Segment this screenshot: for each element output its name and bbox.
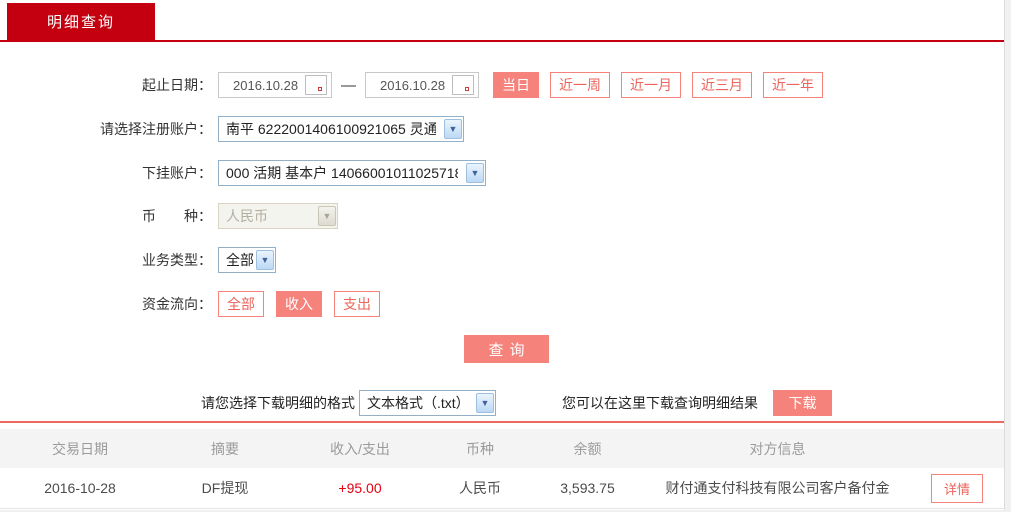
col-header-trade-date: 交易日期: [52, 440, 108, 457]
detail-query-panel: 明细查询 起止日期： 2016.10.28 — 2016.10.28 当日 近一…: [0, 0, 1005, 510]
chevron-down-icon: ▼: [444, 119, 462, 139]
chevron-down-icon: ▼: [466, 163, 484, 183]
quick-date-buttons: 当日 近一周 近一月 近三月 近一年: [493, 72, 834, 98]
start-date-value: 2016.10.28: [233, 77, 299, 93]
table-top-divider: [0, 421, 1004, 423]
sub-account-label: 下挂账户：: [142, 165, 212, 181]
download-format-label: 请您选择下载明细的格式: [201, 395, 355, 411]
quick-btn-today[interactable]: 当日: [493, 72, 539, 98]
fund-flow-label: 资金流向：: [142, 296, 212, 312]
sub-account-select[interactable]: 000 活期 基本户 1406600101102571848 ▼: [218, 160, 486, 186]
detail-button[interactable]: 详情: [930, 473, 983, 503]
query-button[interactable]: 查询: [464, 335, 549, 363]
calendar-icon[interactable]: [305, 75, 327, 95]
tab-underline: [0, 40, 1004, 42]
fund-flow-expense-button[interactable]: 支出: [334, 291, 380, 317]
register-account-select[interactable]: 南平 6222001406100921065 灵通卡 ▼: [218, 116, 464, 142]
cell-summary: DF提现: [201, 480, 249, 496]
cell-counterparty: 财付通支付科技有限公司客户备付金: [665, 480, 890, 496]
col-header-balance: 余额: [573, 440, 602, 457]
chevron-down-icon: ▼: [476, 393, 494, 413]
quick-btn-last-3-months[interactable]: 近三月: [692, 72, 752, 98]
fund-flow-all-button[interactable]: 全部: [218, 291, 264, 317]
download-format-value: 文本格式（.txt）: [367, 395, 468, 411]
col-header-currency: 币种: [466, 440, 494, 457]
chevron-down-icon: ▼: [318, 206, 336, 226]
sub-account-row: 下挂账户： 000 活期 基本户 1406600101102571848 ▼: [0, 160, 486, 186]
download-hint-text: 您可以在这里下载查询明细结果: [562, 395, 758, 411]
end-date-input[interactable]: 2016.10.28: [365, 72, 479, 98]
chevron-down-icon: ▼: [256, 250, 274, 270]
date-range-row: 起止日期： 2016.10.28 — 2016.10.28 当日 近一周 近一月…: [0, 72, 834, 98]
quick-btn-last-year[interactable]: 近一年: [763, 72, 823, 98]
start-date-input[interactable]: 2016.10.28: [218, 72, 332, 98]
business-type-select[interactable]: 全部 ▼: [218, 247, 276, 273]
business-type-label: 业务类型：: [142, 252, 212, 268]
cell-amount: +95.00: [338, 480, 382, 496]
cell-currency: 人民币: [459, 480, 501, 496]
currency-value: 人民币: [226, 208, 268, 224]
quick-btn-last-week[interactable]: 近一周: [550, 72, 610, 98]
download-format-select[interactable]: 文本格式（.txt） ▼: [359, 390, 496, 416]
col-header-counterparty: 对方信息: [749, 440, 806, 457]
end-date-value: 2016.10.28: [380, 77, 446, 93]
tab-detail-query[interactable]: 明细查询: [7, 3, 155, 40]
col-header-summary: 摘要: [211, 440, 239, 457]
register-account-value: 南平 6222001406100921065 灵通卡: [226, 121, 436, 137]
download-button[interactable]: 下载: [773, 390, 832, 416]
sub-account-value: 000 活期 基本户 1406600101102571848: [226, 165, 458, 181]
register-account-label: 请选择注册账户：: [100, 121, 212, 137]
table-header-row: 交易日期 摘要 收入/支出 币种 余额 对方信息: [0, 429, 1004, 468]
business-type-value: 全部: [226, 252, 254, 268]
fund-flow-income-button[interactable]: 收入: [276, 291, 322, 317]
cell-trade-date: 2016-10-28: [44, 480, 116, 496]
col-header-income-expense: 收入/支出: [330, 440, 390, 457]
currency-label: 币 种：: [142, 208, 212, 224]
table-row: 2016-10-28 DF提现 +95.00 人民币 3,593.75 财付通支…: [0, 468, 1004, 509]
currency-select: 人民币 ▼: [218, 203, 338, 229]
date-range-separator: —: [341, 76, 356, 94]
date-range-label: 起止日期：: [142, 77, 212, 93]
currency-row: 币 种： 人民币 ▼: [0, 203, 338, 229]
calendar-icon[interactable]: [452, 75, 474, 95]
fund-flow-buttons: 全部 收入 支出: [218, 291, 392, 317]
tab-label: 明细查询: [46, 14, 115, 31]
fund-flow-row: 资金流向： 全部 收入 支出: [0, 291, 392, 317]
cell-balance: 3,593.75: [560, 480, 615, 496]
business-type-row: 业务类型： 全部 ▼: [0, 247, 276, 273]
quick-btn-last-month[interactable]: 近一月: [621, 72, 681, 98]
register-account-row: 请选择注册账户： 南平 6222001406100921065 灵通卡 ▼: [0, 116, 464, 142]
